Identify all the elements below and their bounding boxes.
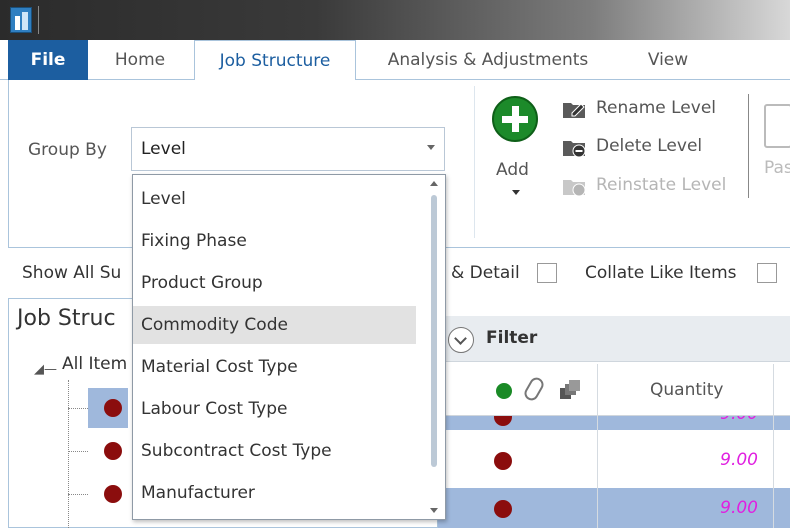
quantity-cell: 9.00 bbox=[720, 416, 758, 424]
clipboard-icon[interactable] bbox=[764, 104, 790, 148]
tree-item[interactable] bbox=[68, 474, 128, 514]
quantity-column-header[interactable]: Quantity bbox=[650, 380, 723, 400]
group-by-dropdown-list: Level Fixing Phase Product Group Commodi… bbox=[132, 174, 446, 520]
collate-like-items-label: Collate Like Items bbox=[585, 263, 737, 283]
group-by-value: Level bbox=[141, 139, 186, 159]
dropdown-option-product-group[interactable]: Product Group bbox=[133, 264, 416, 302]
dropdown-option-labour-cost-type[interactable]: Labour Cost Type bbox=[133, 390, 416, 428]
status-dot-icon bbox=[494, 416, 512, 426]
folder-delete-icon bbox=[563, 141, 586, 157]
tab-view[interactable]: View bbox=[628, 40, 708, 80]
dropdown-arrow-icon[interactable] bbox=[427, 145, 435, 150]
scroll-down-icon[interactable] bbox=[430, 508, 438, 513]
dropdown-scrollbar[interactable] bbox=[423, 175, 445, 519]
filter-label: Filter bbox=[486, 328, 538, 348]
folder-reinstate-icon bbox=[563, 180, 586, 196]
reinstate-level-label: Reinstate Level bbox=[596, 175, 727, 195]
stack-icon[interactable] bbox=[560, 380, 580, 400]
dropdown-option-subcontract-cost-type[interactable]: Subcontract Cost Type bbox=[133, 432, 416, 470]
tree-item[interactable] bbox=[68, 388, 128, 428]
table-row[interactable]: 9.00 bbox=[438, 488, 790, 528]
panel-title: Job Struc bbox=[17, 306, 116, 331]
status-dot-icon bbox=[494, 452, 512, 470]
title-separator bbox=[38, 6, 39, 34]
status-dot-icon bbox=[104, 399, 122, 417]
tree-root-item[interactable]: All Item bbox=[62, 354, 127, 374]
add-plus-icon bbox=[492, 96, 538, 142]
dropdown-option-level[interactable]: Level bbox=[133, 180, 416, 218]
dropdown-option-fixing-phase[interactable]: Fixing Phase bbox=[133, 222, 416, 260]
show-all-label: Show All Su bbox=[22, 263, 122, 283]
status-header-icon[interactable] bbox=[496, 383, 512, 399]
grid-column-divider bbox=[597, 364, 598, 528]
tree-expand-icon[interactable]: ◢— bbox=[34, 362, 57, 377]
detail-label: & Detail bbox=[451, 263, 520, 283]
quantity-cell: 9.00 bbox=[720, 450, 758, 470]
scroll-up-icon[interactable] bbox=[430, 181, 438, 186]
table-row[interactable]: 9.00 bbox=[438, 416, 790, 430]
title-bar bbox=[0, 0, 790, 40]
dropdown-option-commodity-code[interactable]: Commodity Code bbox=[133, 306, 416, 344]
status-dot-icon bbox=[494, 500, 512, 518]
ribbon-separator bbox=[748, 94, 749, 198]
dropdown-option-manufacturer[interactable]: Manufacturer bbox=[133, 474, 416, 512]
detail-checkbox[interactable] bbox=[537, 263, 557, 283]
add-label: Add bbox=[496, 160, 529, 180]
filter-expand-icon[interactable] bbox=[448, 327, 474, 353]
tree-item[interactable] bbox=[68, 431, 128, 471]
tab-file[interactable]: File bbox=[8, 40, 88, 80]
collate-like-items-checkbox[interactable] bbox=[757, 263, 777, 283]
grid-header bbox=[438, 364, 790, 416]
tab-job-structure[interactable]: Job Structure bbox=[194, 40, 356, 81]
tab-analysis-adjustments[interactable]: Analysis & Adjustments bbox=[366, 40, 610, 80]
grid-column-divider bbox=[773, 364, 774, 528]
ribbon-separator bbox=[474, 86, 475, 238]
scrollbar-thumb[interactable] bbox=[431, 195, 437, 467]
table-row[interactable]: 9.00 bbox=[438, 440, 790, 482]
status-dot-icon bbox=[104, 485, 122, 503]
group-by-label: Group By bbox=[28, 140, 107, 160]
add-button[interactable]: Add bbox=[486, 92, 546, 202]
app-logo-icon[interactable] bbox=[10, 7, 32, 33]
dropdown-option-material-cost-type[interactable]: Material Cost Type bbox=[133, 348, 416, 386]
tab-home[interactable]: Home bbox=[96, 40, 184, 80]
chevron-down-icon bbox=[512, 190, 520, 195]
ribbon-tab-row: File Home Job Structure Analysis & Adjus… bbox=[0, 40, 790, 81]
group-by-select[interactable]: Level bbox=[131, 127, 445, 171]
status-dot-icon bbox=[104, 442, 122, 460]
paste-label: Pas bbox=[764, 158, 790, 178]
delete-level-label: Delete Level bbox=[596, 136, 703, 156]
folder-rename-icon bbox=[563, 103, 585, 118]
quantity-cell: 9.00 bbox=[720, 498, 758, 518]
rename-level-label: Rename Level bbox=[596, 98, 716, 118]
